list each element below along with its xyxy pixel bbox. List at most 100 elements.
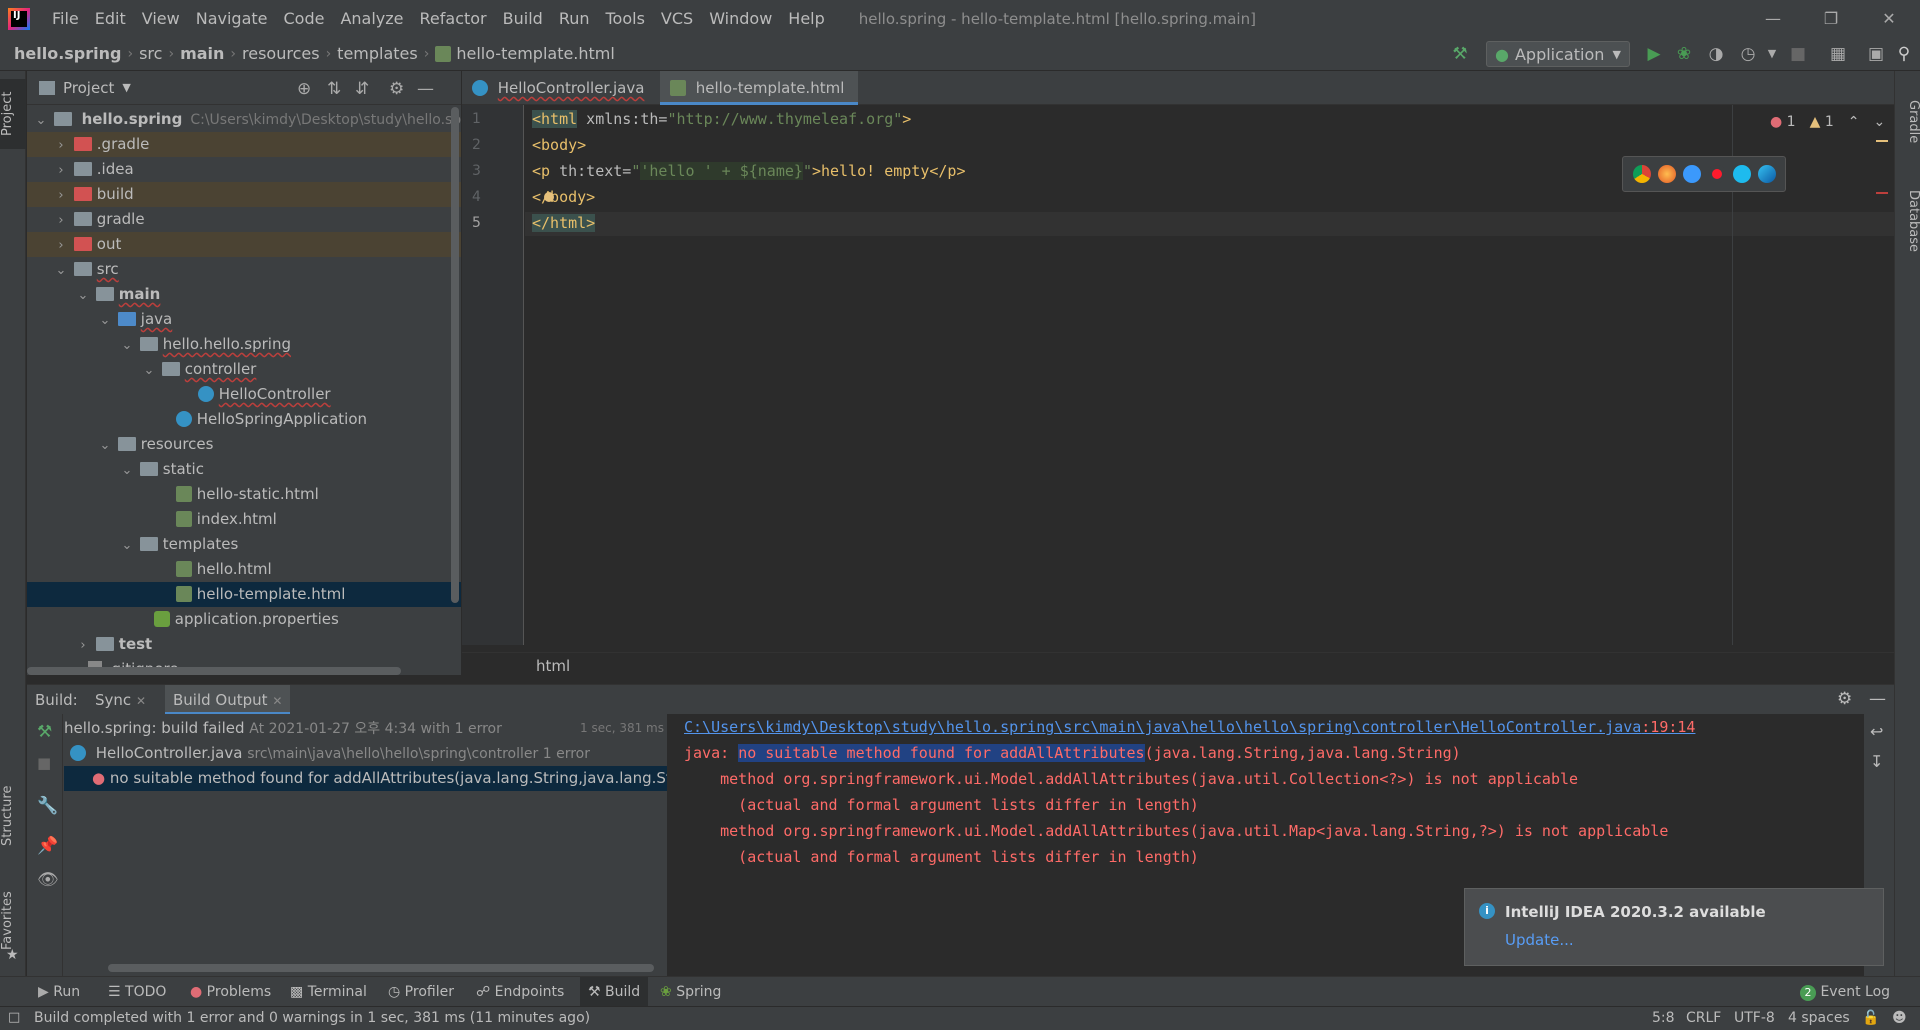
internet-explorer-icon[interactable] xyxy=(1732,165,1751,183)
safari-icon[interactable] xyxy=(1682,165,1701,183)
chevron-down-icon[interactable]: ⌄ xyxy=(1873,114,1885,130)
tree-item-out[interactable]: › out xyxy=(27,232,461,257)
chevron-up-icon[interactable]: ⌃ xyxy=(1848,114,1860,130)
tree-item-templates[interactable]: ⌄ templates xyxy=(27,532,461,557)
tree-item-index[interactable]: index.html xyxy=(27,507,461,532)
tool-endpoints[interactable]: ☍ Endpoints xyxy=(476,977,564,1007)
minimize-icon[interactable]: — xyxy=(1744,0,1802,37)
crumb-resources[interactable]: resources xyxy=(242,44,320,63)
chevron-right-icon[interactable]: › xyxy=(53,133,69,158)
inspection-profile-icon[interactable]: ☻ xyxy=(1892,1010,1907,1026)
chevron-right-icon[interactable]: › xyxy=(75,633,91,658)
gradle-tool-button[interactable]: Gradle xyxy=(1895,87,1920,157)
locate-file-icon[interactable]: ⊕ xyxy=(297,79,311,99)
layout-icon[interactable]: ▣ xyxy=(1864,42,1888,66)
horizontal-scrollbar[interactable] xyxy=(27,667,401,675)
menu-edit[interactable]: Edit xyxy=(87,0,134,37)
tool-spring[interactable]: ❀ Spring xyxy=(660,977,721,1007)
crumb-main[interactable]: main xyxy=(180,44,224,63)
build-hammer-icon[interactable]: ⚒ xyxy=(1448,42,1472,66)
menu-refactor[interactable]: Refactor xyxy=(412,0,495,37)
project-structure-icon[interactable]: ▦ xyxy=(1826,42,1850,66)
structure-tool-button[interactable]: Structure xyxy=(0,771,26,861)
restore-icon[interactable]: ❐ xyxy=(1802,0,1860,37)
tree-item-controller[interactable]: ⌄ controller xyxy=(27,357,461,382)
chevron-down-icon[interactable]: ⌄ xyxy=(97,308,113,333)
chevron-right-icon[interactable]: › xyxy=(53,158,69,183)
wrench-icon[interactable]: 🔧 xyxy=(37,796,58,816)
tab-build-output[interactable]: Build Output ✕ xyxy=(165,685,291,715)
tree-item-package[interactable]: ⌄ hello.hello.spring xyxy=(27,332,461,357)
horizontal-scrollbar[interactable] xyxy=(108,964,654,972)
toggle-tool-windows-icon[interactable]: □ xyxy=(8,1010,20,1025)
debug-icon[interactable]: ❀ xyxy=(1672,42,1696,66)
tree-item-test[interactable]: › test xyxy=(27,632,461,657)
chrome-icon[interactable] xyxy=(1632,165,1651,183)
tab-sync[interactable]: Sync ✕ xyxy=(95,691,146,709)
warning-stripe-marker[interactable] xyxy=(1876,140,1888,142)
console-file-link[interactable]: C:\Users\kimdy\Desktop\study\hello.sprin… xyxy=(684,718,1695,736)
menu-tools[interactable]: Tools xyxy=(598,0,653,37)
pin-icon[interactable]: 📌 xyxy=(37,836,58,856)
tree-item-build[interactable]: › build xyxy=(27,182,461,207)
menu-navigate[interactable]: Navigate xyxy=(188,0,276,37)
indent-setting[interactable]: 4 spaces xyxy=(1788,1010,1850,1026)
search-icon[interactable]: ⚲ xyxy=(1892,42,1916,66)
tool-build[interactable]: ⚒ Build xyxy=(580,977,649,1007)
database-tool-button[interactable]: Database xyxy=(1895,171,1920,271)
project-view-select[interactable]: Project xyxy=(63,79,114,97)
coverage-icon[interactable]: ◑ xyxy=(1704,42,1728,66)
tree-item-main[interactable]: ⌄ main xyxy=(27,282,461,307)
eye-icon[interactable]: 👁 xyxy=(37,870,59,890)
tool-todo[interactable]: ☰ TODO xyxy=(108,977,166,1007)
chevron-down-icon[interactable]: ⌄ xyxy=(75,283,91,308)
chevron-down-icon[interactable]: ▼ xyxy=(122,81,130,94)
tool-terminal[interactable]: ▩ Terminal xyxy=(290,977,367,1007)
tree-item-hellospringapplication[interactable]: HelloSpringApplication xyxy=(27,407,461,432)
update-link[interactable]: Update... xyxy=(1505,931,1574,949)
menu-build[interactable]: Build xyxy=(495,0,551,37)
menu-vcs[interactable]: VCS xyxy=(653,0,701,37)
tree-item-hellocontroller[interactable]: HelloController xyxy=(27,382,461,407)
stop-icon[interactable]: ■ xyxy=(1786,42,1810,66)
tab-hello-template[interactable]: hello-template.html ✕ xyxy=(660,71,858,131)
tree-item-gradle-dir[interactable]: › .gradle xyxy=(27,132,461,157)
star-icon[interactable]: ★ xyxy=(6,947,19,963)
rebuild-hammer-icon[interactable]: ⚒ xyxy=(37,722,52,742)
tree-item-hello-static[interactable]: hello-static.html xyxy=(27,482,461,507)
menu-run[interactable]: Run xyxy=(551,0,598,37)
tree-item-java[interactable]: ⌄ java xyxy=(27,307,461,332)
menu-help[interactable]: Help xyxy=(780,0,832,37)
menu-view[interactable]: View xyxy=(134,0,188,37)
opera-icon[interactable] xyxy=(1707,165,1726,183)
profile-icon[interactable]: ◷ xyxy=(1736,42,1760,66)
caret-position[interactable]: 5:8 xyxy=(1652,1010,1675,1026)
close-tab-icon[interactable]: ✕ xyxy=(272,694,282,708)
project-tool-button[interactable]: Project xyxy=(0,79,26,149)
breadcrumb-html[interactable]: html xyxy=(536,657,570,675)
chevron-down-icon[interactable]: ⌄ xyxy=(119,333,135,358)
chevron-down-icon[interactable]: ⌄ xyxy=(33,108,49,133)
lock-icon[interactable]: 🔓 xyxy=(1862,1010,1879,1026)
crumb-templates[interactable]: templates xyxy=(337,44,418,63)
tree-item-application-properties[interactable]: application.properties xyxy=(27,607,461,632)
tree-item-resources[interactable]: ⌄ resources xyxy=(27,432,461,457)
tree-item-gradle[interactable]: › gradle xyxy=(27,207,461,232)
tool-problems[interactable]: ● Problems xyxy=(190,977,271,1007)
run-configuration-select[interactable]: ● Application ▼ xyxy=(1486,41,1630,67)
chevron-right-icon[interactable]: › xyxy=(53,233,69,258)
build-summary-row[interactable]: hello.spring: build failed At 2021-01-27… xyxy=(64,716,664,741)
build-file-row[interactable]: HelloController.java src\main\java\hello… xyxy=(70,741,590,766)
gear-icon[interactable]: ⚙ xyxy=(1837,689,1852,709)
chevron-down-icon[interactable]: ⌄ xyxy=(141,358,157,383)
firefox-icon[interactable] xyxy=(1657,165,1676,183)
chevron-down-icon[interactable]: ⌄ xyxy=(119,533,135,558)
menu-analyze[interactable]: Analyze xyxy=(332,0,411,37)
gear-icon[interactable]: ⚙ xyxy=(389,79,404,99)
crumb-file[interactable]: hello-template.html xyxy=(456,44,615,63)
tool-run[interactable]: ▶ Run xyxy=(38,977,80,1007)
chevron-down-icon[interactable]: ⌄ xyxy=(53,258,69,283)
build-error-row[interactable]: ● no suitable method found for addAllAtt… xyxy=(64,766,667,791)
expand-all-icon[interactable]: ⇅ xyxy=(327,79,341,99)
chevron-down-icon[interactable]: ⌄ xyxy=(97,433,113,458)
